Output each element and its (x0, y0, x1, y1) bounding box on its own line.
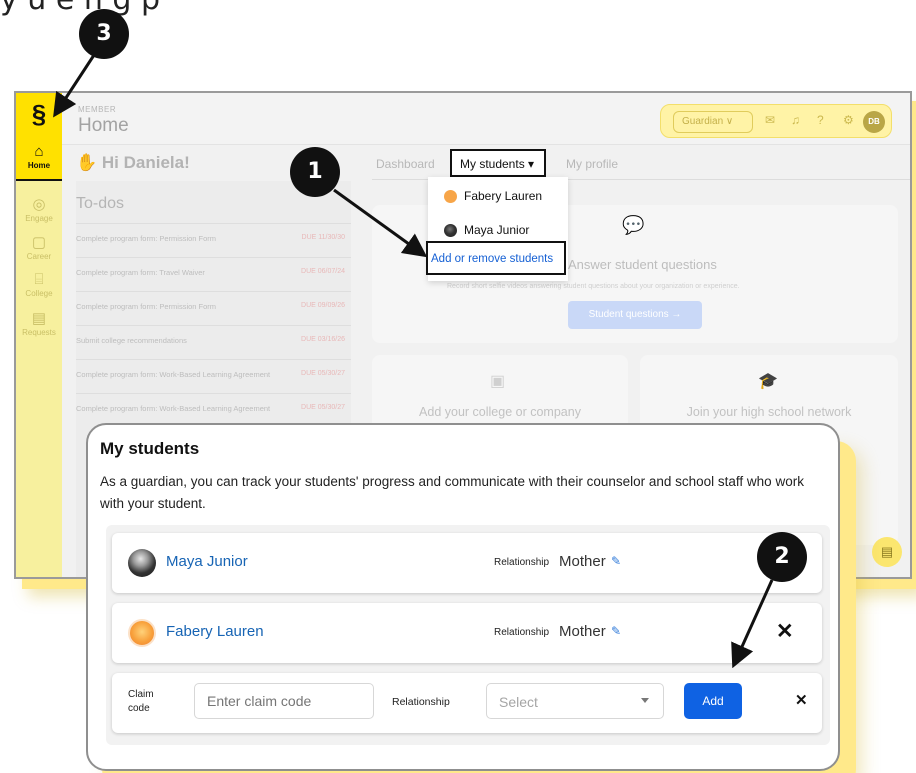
students-list: Maya Junior Relationship Mother ✎ Fabery… (106, 525, 830, 745)
help-icon[interactable]: ? (817, 113, 824, 127)
dropdown-item-maya[interactable]: Maya Junior (444, 223, 529, 238)
pencil-icon[interactable]: ✎ (611, 554, 621, 568)
handshake-icon: ◎ (32, 196, 46, 213)
step-marker-3: 3 (79, 9, 129, 59)
pencil-icon[interactable]: ✎ (611, 624, 621, 638)
role-select[interactable]: Guardian ∨ (673, 111, 753, 133)
tab-my-students[interactable]: My students ▾ (450, 149, 546, 177)
greeting: ✋ Hi Daniela! (76, 153, 190, 172)
todo-item[interactable]: Submit college recommendations DUE 03/16/… (76, 325, 351, 359)
photo-avatar (444, 224, 457, 238)
sidebar-item-label: Home (27, 161, 51, 170)
student-name-link[interactable]: Maya Junior (166, 553, 248, 570)
add-button[interactable]: Add (684, 683, 742, 719)
dropdown-item-fabery[interactable]: Fabery Lauren (444, 189, 542, 204)
graduation-cap-icon: 🎓 (758, 373, 778, 390)
sidebar-item-requests[interactable]: ▤ Requests (16, 309, 62, 337)
student-row-fabery: Fabery Lauren Relationship Mother ✎ ✕ (112, 603, 822, 663)
panel-description: As a guardian, you can track your studen… (100, 474, 804, 511)
briefcase-icon: ▢ (31, 234, 47, 251)
header-actions: Guardian ∨ ✉ ♫ ? ⚙ DB (660, 104, 892, 138)
mail-icon[interactable]: ✉ (765, 113, 775, 127)
network-card-title: Join your high school network (686, 405, 852, 419)
relationship-label: Relationship (494, 557, 550, 568)
sidebar-item-label: Requests (22, 328, 56, 337)
student-row-maya: Maya Junior Relationship Mother ✎ (112, 533, 822, 593)
caret-down-icon (641, 698, 649, 703)
building-icon: ▣ (490, 373, 506, 390)
app-logo-icon[interactable]: § (16, 93, 62, 137)
bank-icon: ⌸ (34, 271, 44, 288)
gear-icon[interactable]: ⚙ (843, 113, 854, 127)
sidebar: § ⌂ Home ◎ Engage ▢ Career ⌸ College ▤ R… (16, 93, 62, 577)
todo-item[interactable]: Complete program form: Permission Form DU… (76, 223, 351, 257)
relationship-select-label: Relationship (392, 696, 450, 708)
tab-dashboard[interactable]: Dashboard (376, 157, 435, 171)
sidebar-item-career[interactable]: ▢ Career (16, 233, 62, 261)
avatar[interactable]: DB (863, 111, 885, 133)
sidebar-item-engage[interactable]: ◎ Engage (16, 195, 62, 223)
step-marker-2: 2 (757, 532, 807, 582)
relationship-label: Relationship (494, 627, 550, 638)
todo-item[interactable]: Complete program form: Work-Based Learni… (76, 393, 351, 427)
bell-icon[interactable]: ♫ (791, 113, 800, 127)
sidebar-item-label: Engage (25, 214, 53, 223)
student-questions-button[interactable]: Student questions → (568, 301, 702, 329)
app-header: MEMBER Home Guardian ∨ ✉ ♫ ? ⚙ DB (16, 93, 910, 145)
page-eyebrow: MEMBER (78, 105, 117, 114)
relationship-value: Mother (559, 623, 606, 640)
sidebar-item-label: College (25, 289, 53, 298)
wave-icon: ✋ (76, 153, 102, 172)
photo-avatar (128, 549, 156, 577)
remove-student-icon[interactable]: ✕ (776, 619, 794, 644)
add-or-remove-students-link[interactable]: Add or remove students (426, 241, 566, 275)
questions-title: Answer student questions (568, 257, 717, 272)
emoji-avatar-icon (128, 619, 156, 647)
tab-my-profile[interactable]: My profile (566, 157, 618, 171)
chat-bubble-icon: 💬 (622, 215, 645, 235)
house-icon: ⌂ (34, 143, 44, 160)
emoji-avatar-icon (444, 190, 457, 204)
college-card-title: Add your college or company (419, 405, 581, 419)
my-students-panel: My students As a guardian, you can track… (86, 423, 840, 771)
close-icon[interactable]: ✕ (795, 691, 808, 709)
student-name-link[interactable]: Fabery Lauren (166, 623, 264, 640)
sidebar-item-college[interactable]: ⌸ College (16, 271, 62, 298)
add-student-row: Claim code Relationship Select Add ✕ (112, 673, 822, 733)
claim-code-label: Claim code (128, 689, 154, 714)
todo-item[interactable]: Complete program form: Travel Waiver DUE … (76, 257, 351, 291)
claim-code-input[interactable] (194, 683, 374, 719)
relationship-value: Mother (559, 553, 606, 570)
step-marker-1: 1 (290, 147, 340, 197)
sidebar-item-home[interactable]: ⌂ Home (16, 137, 62, 181)
relationship-select[interactable]: Select (486, 683, 664, 719)
top-caption-fragment: y u e n g p (0, 0, 160, 17)
todo-item[interactable]: Complete program form: Work-Based Learni… (76, 359, 351, 393)
todo-item[interactable]: Complete program form: Permission Form DU… (76, 291, 351, 325)
questions-subtitle: Record short selfie videos answering stu… (447, 283, 740, 290)
panel-title: My students (100, 439, 200, 458)
sidebar-item-label: Career (26, 252, 52, 261)
chat-fab-icon[interactable]: ▤ (872, 537, 902, 567)
inbox-icon: ▤ (31, 310, 47, 327)
page-title: Home (78, 115, 129, 136)
